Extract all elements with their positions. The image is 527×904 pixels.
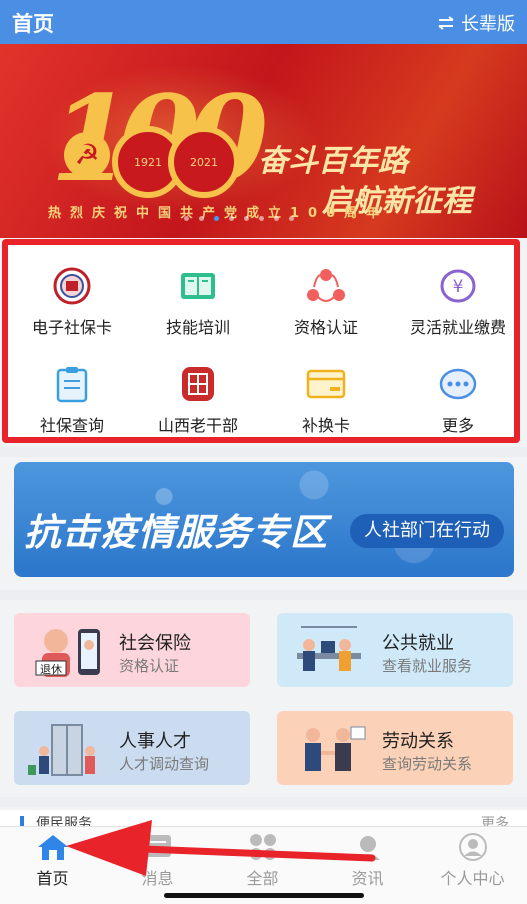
elder-mode-label: 长辈版: [461, 14, 515, 35]
service-ss-query[interactable]: 社保查询: [8, 364, 136, 436]
service-skill-training[interactable]: 技能培训: [134, 266, 262, 338]
service-flexible-payment[interactable]: ¥ 灵活就业缴费: [394, 266, 522, 338]
seal-icon: [178, 364, 218, 404]
swap-arrows-icon: [438, 16, 454, 30]
service-e-card[interactable]: 电子社保卡: [8, 266, 136, 338]
news-icon: [315, 833, 420, 861]
office-illustration: [289, 623, 369, 679]
elevator-people-illustration: [26, 721, 106, 777]
users-network-icon: [306, 266, 346, 306]
banner-slogan-1: 奋斗百年路: [258, 144, 408, 179]
tab-all[interactable]: 全部: [210, 833, 315, 889]
carousel-dot[interactable]: [184, 216, 189, 221]
carousel-dot[interactable]: [199, 216, 204, 221]
elder-mode-button[interactable]: 长辈版: [437, 10, 515, 36]
retire-badge: 退休: [40, 663, 62, 676]
home-icon: [0, 833, 105, 861]
tab-news[interactable]: 资讯: [315, 833, 420, 889]
card-personnel-talent[interactable]: 人事人才 人才调动查询: [14, 711, 250, 785]
epidemic-title: 抗击疫情服务专区: [24, 511, 328, 554]
service-qualification[interactable]: 资格认证: [262, 266, 390, 338]
carousel-dot[interactable]: [244, 216, 249, 221]
carousel-dot[interactable]: [274, 216, 279, 221]
card-public-employment[interactable]: 公共就业 查看就业服务: [277, 613, 513, 687]
tab-messages[interactable]: 消息: [105, 833, 210, 889]
page-title: 首页: [12, 12, 54, 36]
carousel-dots[interactable]: [184, 216, 294, 221]
person-icon: [420, 833, 525, 861]
svg-text:¥: ¥: [453, 277, 464, 297]
grid-icon: [210, 833, 315, 861]
tab-profile[interactable]: 个人中心: [420, 833, 525, 889]
carousel-dot[interactable]: [229, 216, 234, 221]
carousel-dot[interactable]: [214, 216, 219, 221]
message-icon: [105, 833, 210, 861]
promo-banner[interactable]: 100 ☭ 1921 2021 奋斗百年路 启航新征程 热烈庆祝中国共产党成立1…: [0, 44, 527, 238]
epidemic-tag: 人社部门在行动: [350, 514, 504, 548]
service-shanxi-cadres[interactable]: 山西老干部: [134, 364, 262, 436]
top-bar: 首页 长辈版: [0, 0, 527, 44]
more-icon: [438, 364, 478, 404]
social-security-card-icon: [52, 266, 92, 306]
carousel-dot[interactable]: [259, 216, 264, 221]
handshake-illustration: [289, 721, 369, 777]
year-ring-right: 2021: [168, 126, 240, 198]
party-emblem-icon: ☭: [64, 132, 110, 178]
yuan-coin-icon: ¥: [438, 266, 478, 306]
card-labor-relations[interactable]: 劳动关系 查询劳动关系: [277, 711, 513, 785]
elderly-phone-illustration: 退休: [26, 623, 106, 679]
carousel-dot[interactable]: [289, 216, 294, 221]
service-more[interactable]: 更多: [394, 364, 522, 436]
home-indicator: [164, 893, 364, 898]
tab-home[interactable]: 首页: [0, 833, 105, 889]
card-social-insurance[interactable]: 退休 社会保险 资格认证: [14, 613, 250, 687]
card-icon: [306, 364, 346, 404]
clipboard-icon: [52, 364, 92, 404]
book-icon: [178, 266, 218, 306]
epidemic-service-banner[interactable]: 抗击疫情服务专区 人社部门在行动: [14, 462, 514, 577]
service-replace-card[interactable]: 补换卡: [262, 364, 390, 436]
